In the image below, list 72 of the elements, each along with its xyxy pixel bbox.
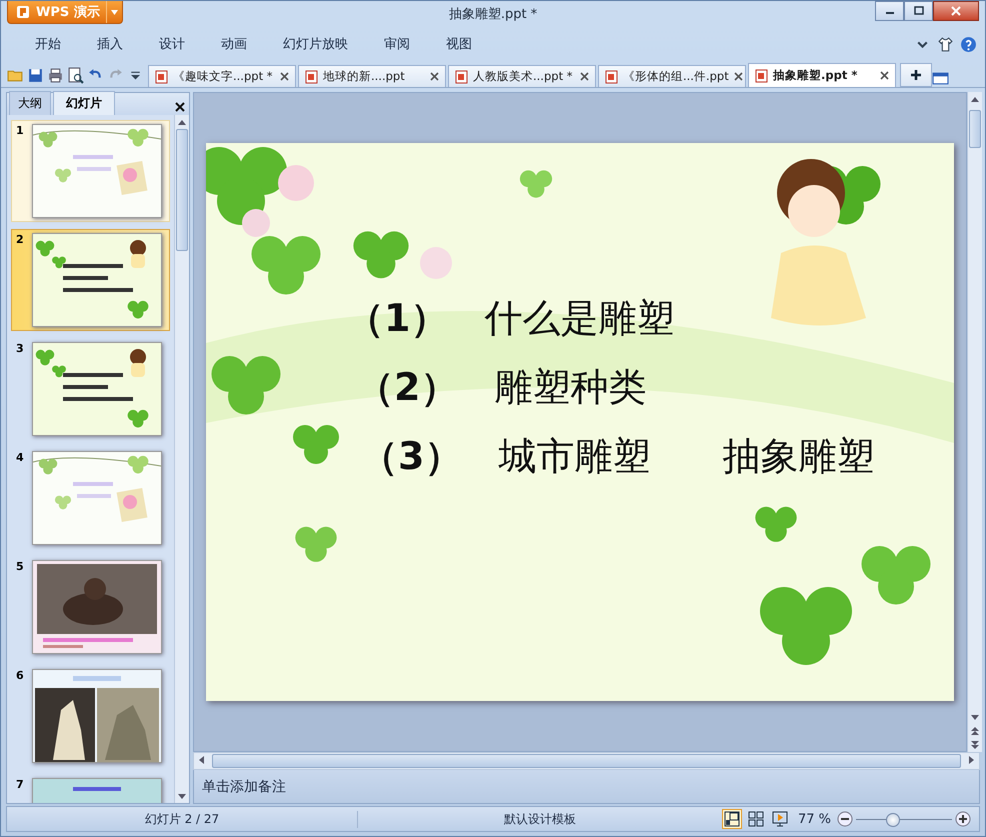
slide-number: 2: [16, 233, 25, 248]
close-icon[interactable]: [280, 72, 289, 81]
document-tab[interactable]: 《形体的组...件.ppt: [598, 65, 746, 87]
slide-number: 6: [16, 669, 25, 684]
slide-text: 城市雕塑: [498, 433, 650, 480]
document-tab[interactable]: 人教版美术...ppt *: [448, 65, 596, 87]
close-icon[interactable]: [175, 102, 185, 112]
template-name: 默认设计模板: [503, 810, 577, 828]
slide-thumbnail[interactable]: 7: [11, 774, 170, 803]
slide-number: 7: [16, 778, 25, 793]
close-icon[interactable]: [734, 72, 743, 81]
menu-item[interactable]: 设计: [145, 31, 199, 57]
menu-item[interactable]: 动画: [207, 31, 261, 57]
document-tab[interactable]: 抽象雕塑.ppt *: [748, 63, 896, 87]
panel-tab[interactable]: 幻灯片: [53, 91, 115, 115]
zoom-in-icon[interactable]: [955, 811, 972, 827]
caret-icon: [110, 10, 118, 14]
presentation-file-icon: [605, 70, 618, 84]
document-tab[interactable]: 《趣味文字...ppt *: [148, 65, 296, 87]
slide-text: （1）: [346, 295, 448, 342]
slide-text: （2）: [356, 364, 458, 411]
presentation-file-icon: [455, 70, 468, 84]
notes-field[interactable]: 单击添加备注: [193, 770, 980, 804]
maximize-icon: [912, 6, 924, 16]
close-icon[interactable]: [880, 71, 889, 80]
document-tab[interactable]: 地球的新....ppt: [298, 65, 446, 87]
menu-item[interactable]: 插入: [83, 31, 137, 57]
slide-thumbnail[interactable]: 2: [11, 229, 170, 331]
slide-thumbnail[interactable]: 5: [11, 556, 170, 658]
presentation-file-icon: [305, 70, 318, 84]
app-logo-icon: [16, 5, 30, 19]
minimize-button[interactable]: [875, 1, 904, 21]
slide-number: 5: [16, 560, 25, 575]
menu-item[interactable]: 幻灯片放映: [269, 31, 362, 57]
close-icon[interactable]: [430, 72, 439, 81]
slide-text: 抽象雕塑: [722, 433, 874, 480]
menu-item[interactable]: 开始: [21, 31, 75, 57]
plus-icon: [910, 69, 922, 81]
slide-number: 4: [16, 451, 25, 466]
maximize-button[interactable]: [904, 1, 933, 21]
menu-item[interactable]: 审阅: [370, 31, 424, 57]
slide-counter: 幻灯片 2 / 27: [7, 810, 358, 828]
presentation-file-icon: [155, 70, 168, 84]
slide-number: 3: [16, 342, 25, 357]
close-icon: [950, 6, 962, 16]
close-button[interactable]: [933, 1, 979, 21]
slide-thumbnail[interactable]: 6: [11, 665, 170, 767]
slide-thumbnail[interactable]: 4: [11, 447, 170, 549]
slide-number: 1: [16, 124, 25, 139]
zoom-out-icon[interactable]: [837, 811, 854, 827]
slide-thumbnail[interactable]: 1: [11, 120, 170, 222]
slide-thumbnail[interactable]: 3: [11, 338, 170, 440]
close-icon[interactable]: [580, 72, 589, 81]
slideshow-icon[interactable]: [770, 809, 790, 829]
shirt-icon[interactable]: [937, 36, 954, 52]
panel-tab[interactable]: 大纲: [9, 91, 51, 115]
slide-text: 什么是雕塑: [484, 295, 674, 342]
slide-text: 雕塑种类: [494, 364, 646, 411]
slide-text: （3）: [360, 433, 462, 480]
zoom-slider-thumb[interactable]: [886, 812, 900, 826]
normal-view-icon[interactable]: [722, 809, 742, 829]
print-icon[interactable]: [47, 66, 64, 84]
window-title: 抽象雕塑.ppt *: [448, 7, 538, 22]
print-preview-icon[interactable]: [67, 66, 84, 84]
help-icon[interactable]: [960, 36, 977, 52]
menu-item[interactable]: 视图: [432, 31, 486, 57]
new-tab-button[interactable]: [900, 63, 932, 87]
zoom-level: 77 %: [798, 812, 832, 826]
save-icon[interactable]: [27, 66, 44, 84]
window-list-icon[interactable]: [932, 70, 949, 87]
grid-view-icon[interactable]: [746, 809, 766, 829]
presentation-file-icon: [755, 68, 768, 82]
